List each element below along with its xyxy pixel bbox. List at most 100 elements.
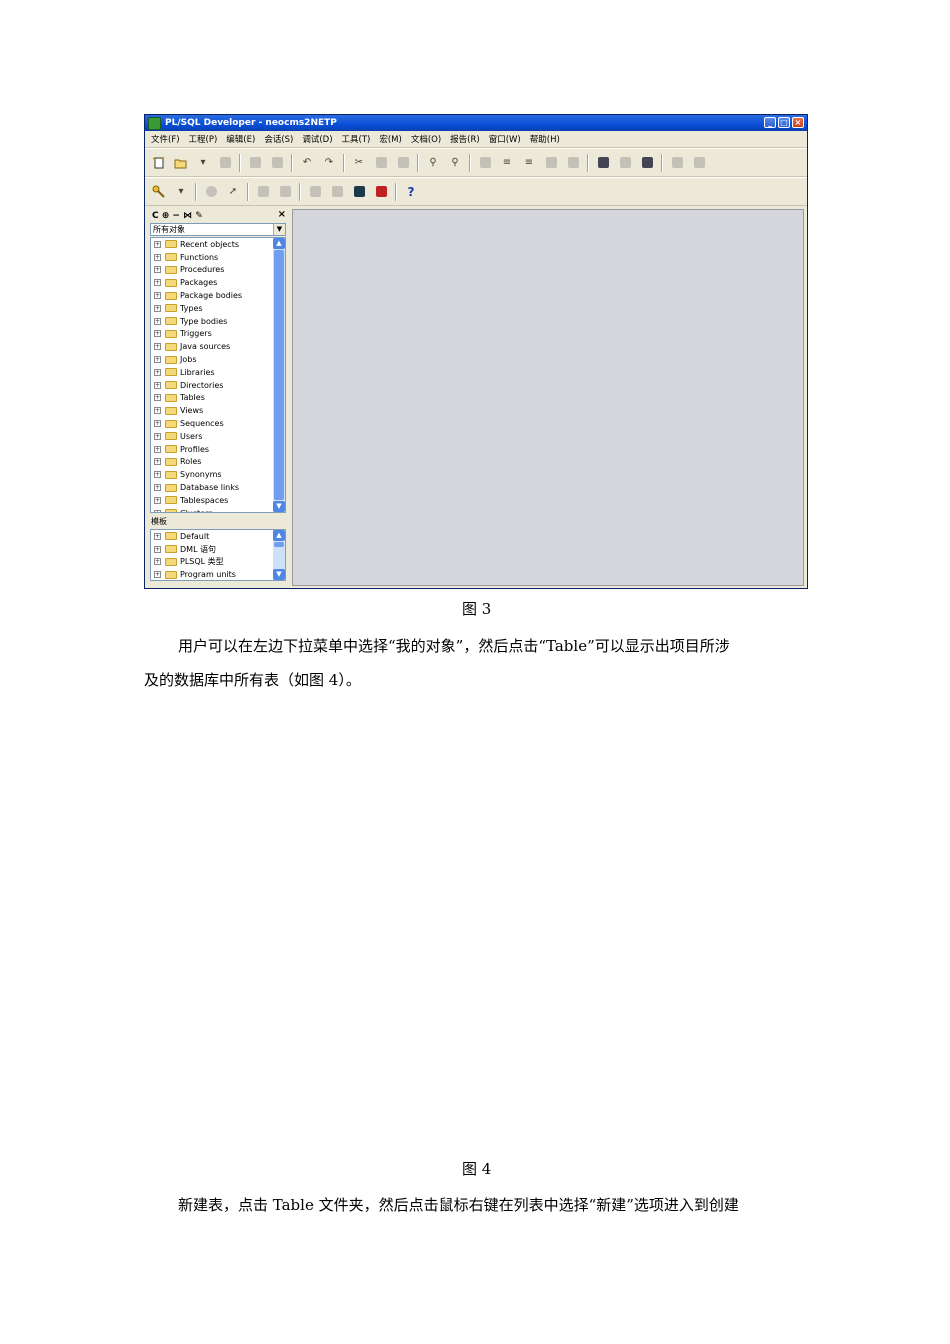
rollback-icon[interactable]: ➚: [225, 184, 241, 200]
expand-icon[interactable]: +: [154, 407, 161, 415]
expand-icon[interactable]: +: [154, 394, 161, 402]
tree-item[interactable]: + Tablespaces: [151, 494, 285, 507]
tree-item[interactable]: + Sequences: [151, 417, 285, 430]
menu-help[interactable]: 帮助(H): [530, 133, 560, 145]
unindent-icon[interactable]: ≡: [521, 155, 537, 171]
tree-item[interactable]: + Procedures: [151, 264, 285, 277]
tree-item[interactable]: + Views: [151, 404, 285, 417]
template-item[interactable]: + PLSQL 类型: [151, 556, 285, 569]
tree-item[interactable]: + Recent objects: [151, 238, 285, 251]
title-bar[interactable]: PL/SQL Developer - neocms2NETP _ □ ×: [145, 115, 807, 131]
print-icon[interactable]: [247, 155, 263, 171]
scroll-down-icon[interactable]: ▼: [273, 569, 285, 580]
object-filter-select[interactable]: 所有对象 ▼: [150, 223, 286, 236]
grid-icon[interactable]: [691, 155, 707, 171]
tree-item[interactable]: + Database links: [151, 481, 285, 494]
menu-debug[interactable]: 调试(D): [302, 133, 332, 145]
scroll-thumb[interactable]: [274, 250, 284, 500]
db-disconnect-icon[interactable]: [277, 184, 293, 200]
expand-icon[interactable]: +: [154, 381, 161, 389]
window-list-icon[interactable]: [595, 155, 611, 171]
expand-icon[interactable]: +: [154, 317, 161, 325]
scroll-up-icon[interactable]: ▲: [273, 238, 285, 249]
close-button[interactable]: ×: [792, 117, 804, 128]
scroll-down-icon[interactable]: ▼: [273, 501, 285, 512]
expand-icon[interactable]: +: [154, 292, 161, 300]
db-connect-icon[interactable]: [255, 184, 271, 200]
expand-icon[interactable]: +: [154, 558, 161, 566]
tree-item[interactable]: + Tables: [151, 392, 285, 405]
tree-scrollbar[interactable]: ▲ ▼: [273, 238, 285, 512]
expand-icon[interactable]: +: [154, 571, 161, 579]
expand-icon[interactable]: +: [154, 420, 161, 428]
expand-icon[interactable]: +: [154, 266, 161, 274]
tree-item[interactable]: + Type bodies: [151, 315, 285, 328]
tree-item[interactable]: + Functions: [151, 251, 285, 264]
template-scrollbar[interactable]: ▲ ▼: [273, 530, 285, 580]
open-folder-icon[interactable]: [173, 155, 189, 171]
expand-icon[interactable]: +: [154, 458, 161, 466]
tree-item[interactable]: + Types: [151, 302, 285, 315]
chevron-down-icon[interactable]: ▼: [273, 224, 285, 235]
tree-item[interactable]: + Libraries: [151, 366, 285, 379]
menu-window[interactable]: 窗口(W): [489, 133, 521, 145]
panel-close-icon[interactable]: ×: [278, 209, 286, 220]
mdi-workspace[interactable]: [292, 209, 804, 586]
save-icon[interactable]: [217, 155, 233, 171]
find-icon[interactable]: ⚲: [425, 155, 441, 171]
comment-icon[interactable]: [543, 155, 559, 171]
expand-icon[interactable]: +: [154, 356, 161, 364]
sql-window-icon[interactable]: [307, 184, 323, 200]
arrange-icon[interactable]: [669, 155, 685, 171]
expand-icon[interactable]: +: [154, 496, 161, 504]
test-window-icon[interactable]: [373, 184, 389, 200]
expand-icon[interactable]: +: [154, 471, 161, 479]
tree-item[interactable]: + Packages: [151, 276, 285, 289]
uncomment-icon[interactable]: [565, 155, 581, 171]
scroll-up-icon[interactable]: ▲: [273, 530, 285, 541]
menu-documents[interactable]: 文档(O): [411, 133, 441, 145]
tree-item[interactable]: + Triggers: [151, 328, 285, 341]
paste-icon[interactable]: [395, 155, 411, 171]
tree-item[interactable]: + Jobs: [151, 353, 285, 366]
command-window-icon[interactable]: [329, 184, 345, 200]
expand-icon[interactable]: +: [154, 484, 161, 492]
tree-item[interactable]: + Clusters: [151, 507, 285, 512]
menu-edit[interactable]: 编辑(E): [226, 133, 255, 145]
dropdown-arrow-icon[interactable]: ▾: [173, 184, 189, 200]
explain-plan-icon[interactable]: [351, 184, 367, 200]
tree-item[interactable]: + Roles: [151, 456, 285, 469]
expand-icon[interactable]: +: [154, 304, 161, 312]
redo-icon[interactable]: ↷: [321, 155, 337, 171]
help-icon[interactable]: ?: [403, 184, 419, 200]
menu-project[interactable]: 工程(P): [189, 133, 218, 145]
restore-button[interactable]: □: [778, 117, 790, 128]
tree-item[interactable]: + Package bodies: [151, 289, 285, 302]
minimize-button[interactable]: _: [764, 117, 776, 128]
scroll-thumb[interactable]: [274, 542, 284, 547]
menu-macro[interactable]: 宏(M): [379, 133, 401, 145]
expand-icon[interactable]: +: [154, 545, 161, 553]
tree-item[interactable]: + Synonyms: [151, 468, 285, 481]
template-item[interactable]: + Program units: [151, 568, 285, 580]
template-item[interactable]: + Default: [151, 530, 285, 543]
expand-icon[interactable]: +: [154, 253, 161, 261]
cut-icon[interactable]: ✂: [351, 155, 367, 171]
tree-item[interactable]: + Directories: [151, 379, 285, 392]
browser-tool-icons[interactable]: C ⊕ − ⋈ ✎: [152, 211, 203, 221]
expand-icon[interactable]: +: [154, 432, 161, 440]
expand-icon[interactable]: +: [154, 343, 161, 351]
expand-icon[interactable]: +: [154, 279, 161, 287]
expand-icon[interactable]: +: [154, 330, 161, 338]
menu-session[interactable]: 会话(S): [264, 133, 293, 145]
copy-icon[interactable]: [373, 155, 389, 171]
expand-icon[interactable]: +: [154, 532, 161, 540]
tree-item[interactable]: + Java sources: [151, 340, 285, 353]
expand-icon[interactable]: +: [154, 509, 161, 512]
expand-icon[interactable]: +: [154, 368, 161, 376]
expand-icon[interactable]: +: [154, 240, 161, 248]
tree-item[interactable]: + Users: [151, 430, 285, 443]
expand-icon[interactable]: +: [154, 445, 161, 453]
menu-file[interactable]: 文件(F): [151, 133, 180, 145]
undo-icon[interactable]: ↶: [299, 155, 315, 171]
